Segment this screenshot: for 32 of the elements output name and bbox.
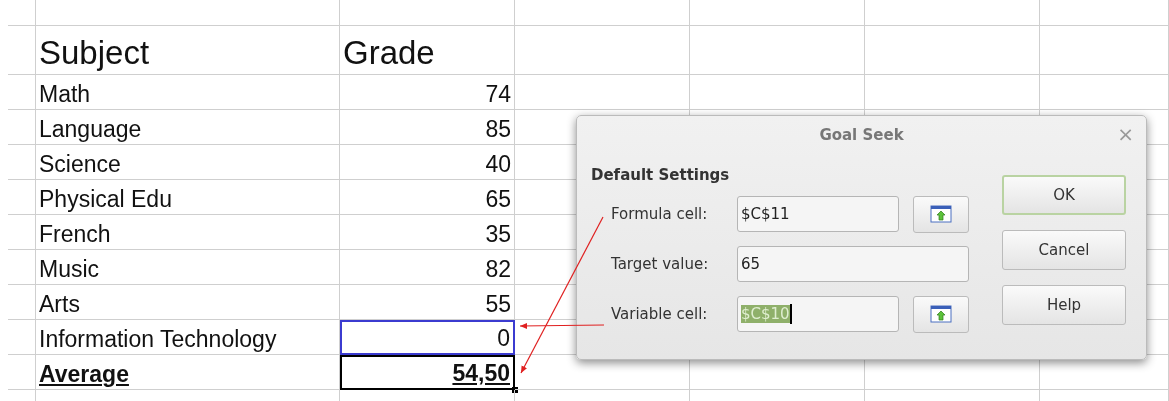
field-label: Variable cell: bbox=[610, 305, 709, 323]
cell-text: 0 bbox=[497, 325, 510, 352]
referenced-cell[interactable]: 0 bbox=[340, 320, 515, 355]
cell-text: 54,50 bbox=[452, 360, 510, 387]
cell-text: 65 bbox=[485, 186, 511, 213]
cell-text: 55 bbox=[485, 291, 511, 318]
cell-text: 40 bbox=[485, 151, 511, 178]
cell-text: Physical Edu bbox=[39, 186, 172, 213]
header-cell-text: Grade bbox=[343, 34, 435, 72]
field-label: Target value: bbox=[610, 255, 710, 273]
dialog-button[interactable]: OK bbox=[1002, 175, 1126, 215]
input-field[interactable]: $C$11 bbox=[737, 196, 899, 232]
field-label: Formula cell: bbox=[610, 205, 709, 223]
cell-text: 85 bbox=[485, 116, 511, 143]
cell-text: Arts bbox=[39, 291, 80, 318]
cell-text: Math bbox=[39, 81, 91, 108]
dialog-title: Goal Seek bbox=[819, 126, 904, 144]
selected-cell[interactable]: 54,50 bbox=[340, 355, 515, 390]
cell-text: Music bbox=[39, 256, 100, 283]
cell-text: 35 bbox=[485, 221, 511, 248]
cell-text: 74 bbox=[485, 81, 511, 108]
cell-text: Language bbox=[39, 116, 142, 143]
cell-text: Information Technology bbox=[39, 326, 277, 353]
dialog-button[interactable]: Help bbox=[1002, 285, 1126, 325]
cell-text: Average bbox=[39, 361, 129, 388]
section-heading: Default Settings bbox=[591, 166, 731, 184]
cell-text: Science bbox=[39, 151, 121, 178]
input-field[interactable]: 65 bbox=[737, 246, 969, 282]
dialog-button[interactable]: Cancel bbox=[1002, 230, 1126, 270]
header-cell-text: Subject bbox=[39, 34, 150, 72]
cell-text: 82 bbox=[485, 256, 511, 283]
cell-text: French bbox=[39, 221, 111, 248]
